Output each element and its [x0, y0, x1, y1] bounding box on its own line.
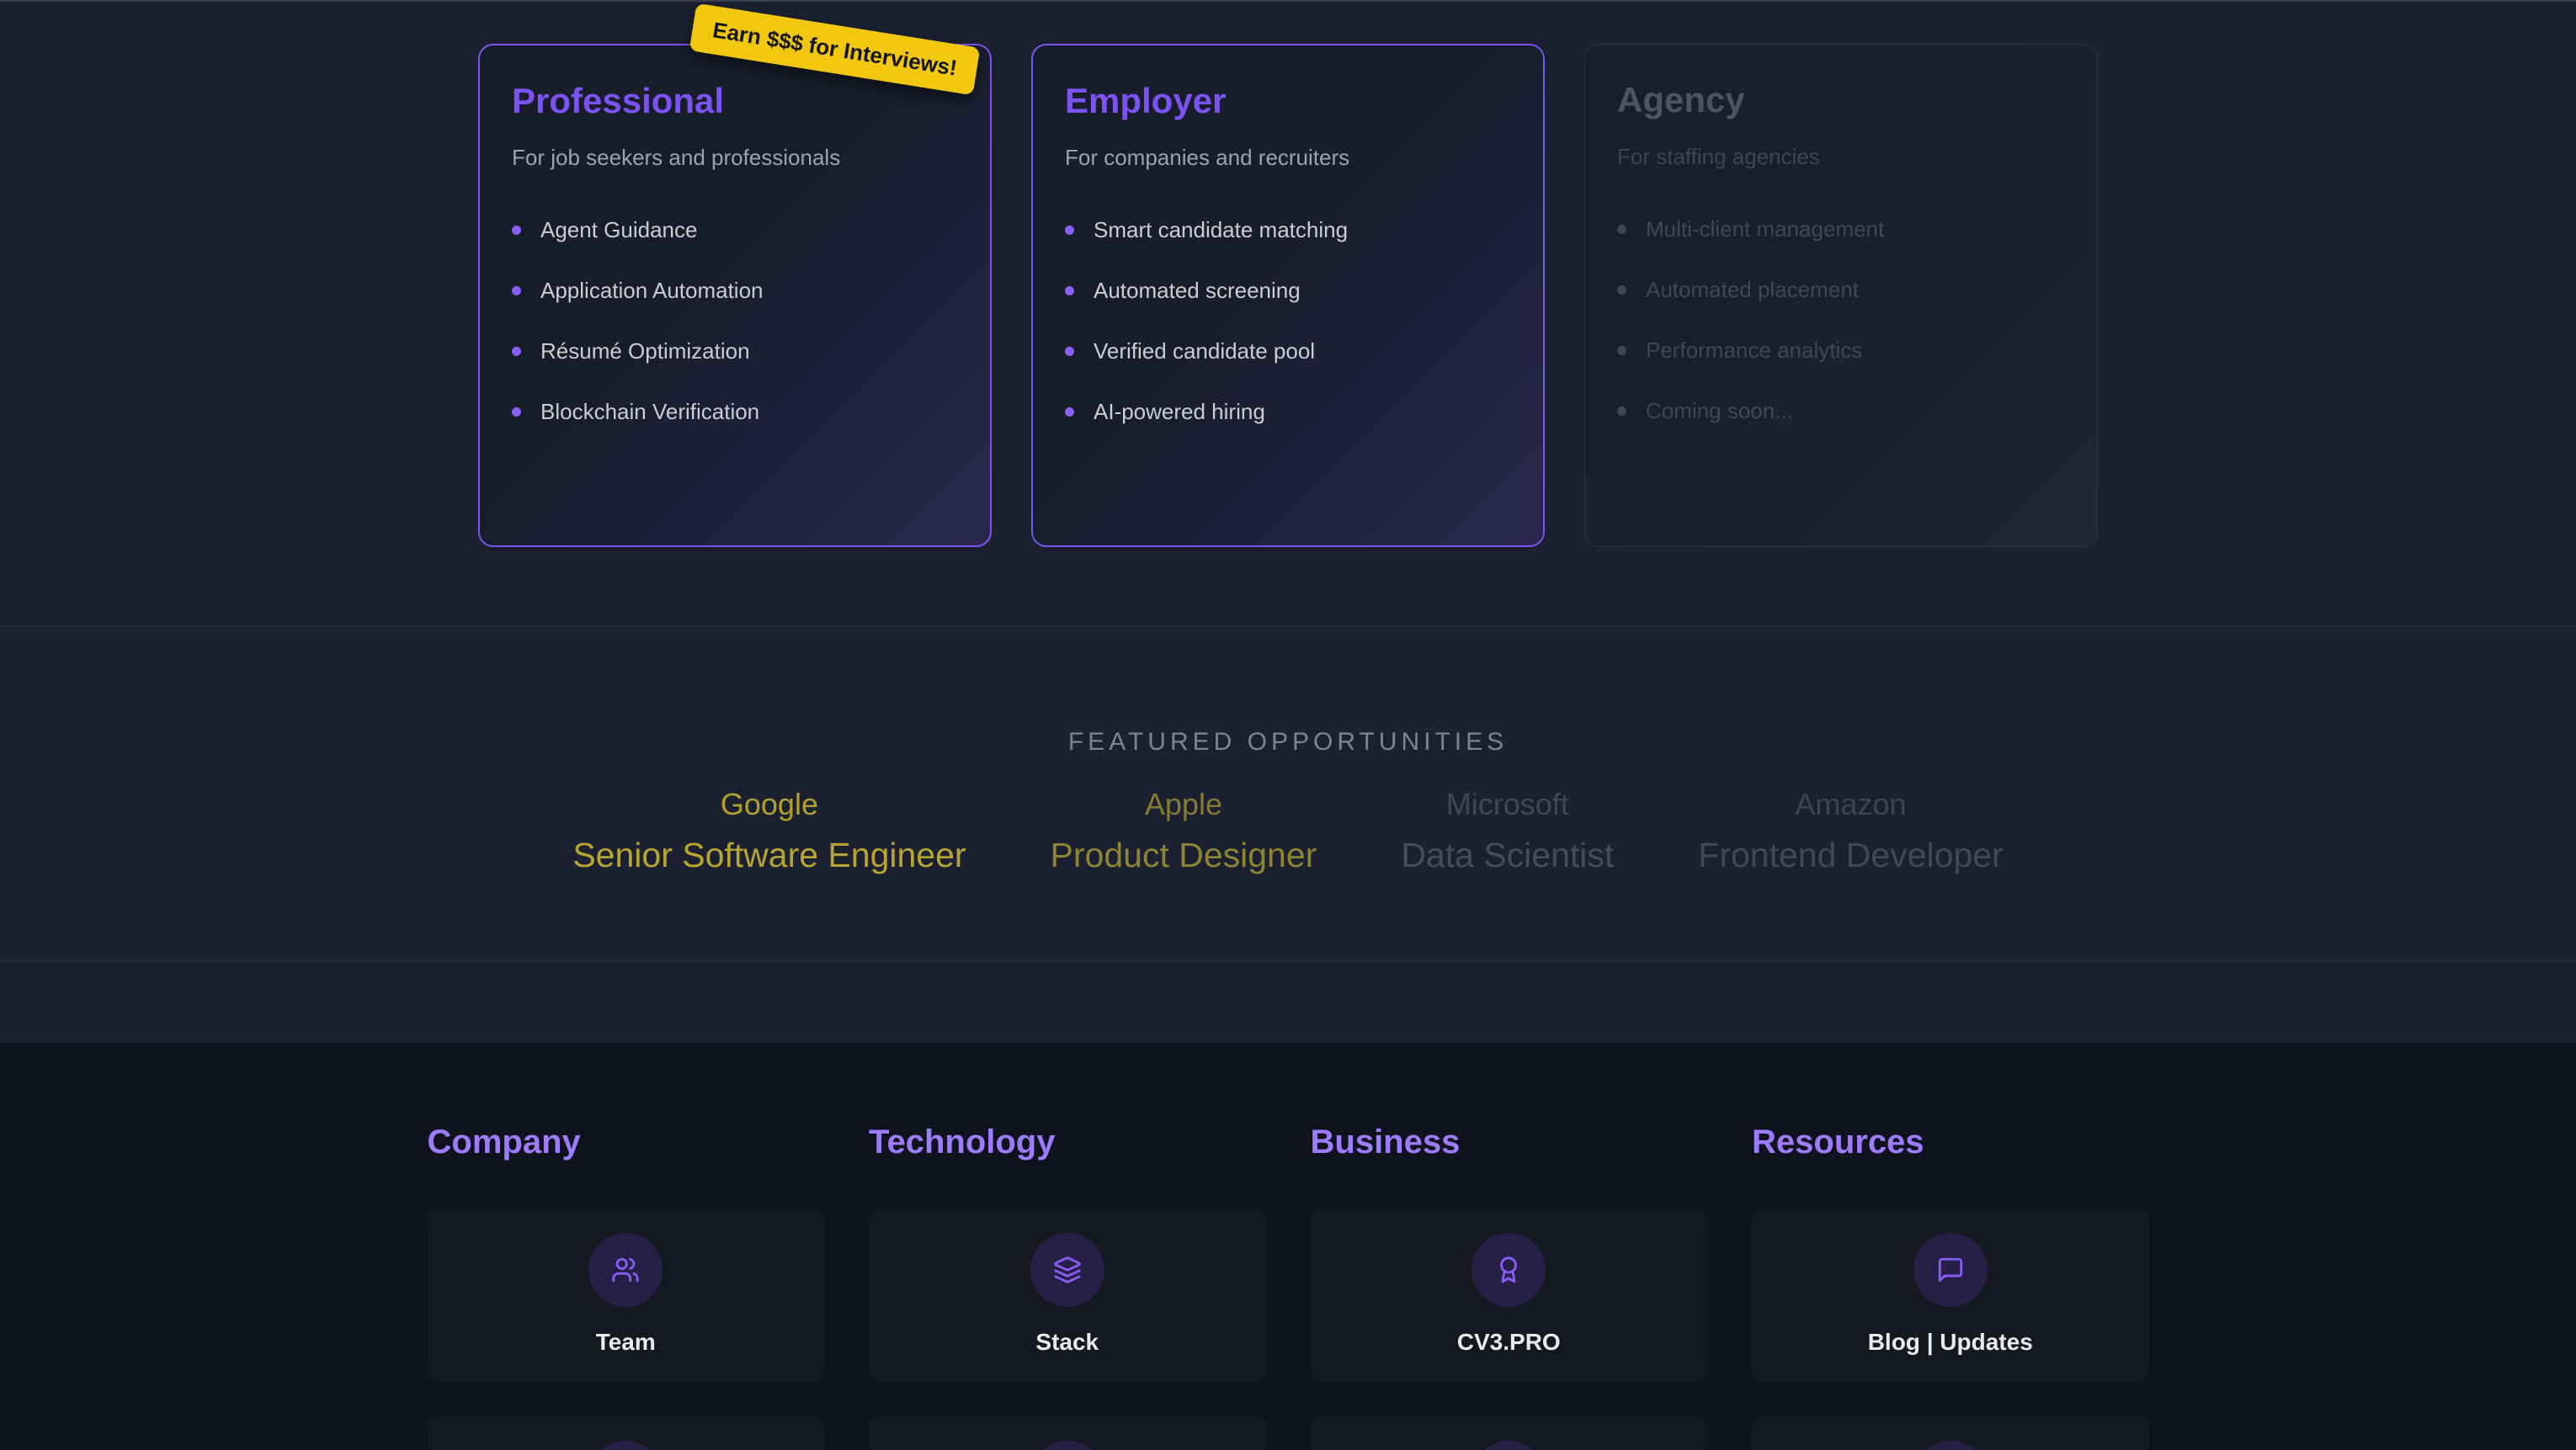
- award-icon: [1472, 1233, 1546, 1307]
- plan-card-professional[interactable]: Earn $$$ for Interviews! Professional Fo…: [478, 44, 992, 547]
- footer-column-resources: Resources Blog | Updates: [1752, 1123, 2149, 1450]
- feature-label: Coming soon...: [1646, 398, 1793, 424]
- featured-job-amazon[interactable]: Amazon Frontend Developer: [1698, 787, 2003, 875]
- featured-heading: FEATURED OPPORTUNITIES: [0, 627, 2576, 757]
- plan-subtitle-agency: For staffing agencies: [1617, 144, 2065, 170]
- footer-card-cv3pro[interactable]: CV3.PRO: [1311, 1208, 1708, 1382]
- footer-card-partial-icon: [588, 1441, 663, 1450]
- job-company: Amazon: [1698, 787, 2003, 822]
- bullet-dot-icon: [1617, 346, 1626, 355]
- feature-item: Verified candidate pool: [1065, 321, 1511, 381]
- footer-card-blog-updates[interactable]: Blog | Updates: [1752, 1208, 2149, 1382]
- plan-subtitle-employer: For companies and recruiters: [1065, 145, 1511, 171]
- job-role: Product Designer: [1051, 836, 1317, 875]
- feature-label: Blockchain Verification: [540, 399, 759, 425]
- footer-heading-business: Business: [1311, 1123, 1708, 1161]
- bullet-dot-icon: [512, 347, 521, 356]
- feature-label: Automated placement: [1646, 277, 1859, 303]
- bullet-dot-icon: [1617, 285, 1626, 295]
- bullet-dot-icon: [1617, 225, 1626, 234]
- plan-title-employer: Employer: [1065, 81, 1511, 121]
- footer-card-partial-icon: [1913, 1441, 1988, 1450]
- bullet-dot-icon: [1065, 286, 1074, 295]
- feature-label: Résumé Optimization: [540, 338, 750, 364]
- plan-card-employer[interactable]: Employer For companies and recruiters Sm…: [1031, 44, 1545, 547]
- bullet-dot-icon: [1065, 226, 1074, 235]
- bullet-dot-icon: [1617, 406, 1626, 416]
- feature-item: AI-powered hiring: [1065, 381, 1511, 442]
- plan-title-agency: Agency: [1617, 80, 2065, 120]
- footer-card-partial-icon: [1030, 1441, 1104, 1450]
- feature-item: Agent Guidance: [512, 199, 958, 260]
- featured-job-google[interactable]: Google Senior Software Engineer: [572, 787, 966, 875]
- footer-card-partial[interactable]: [869, 1416, 1266, 1450]
- feature-label: Agent Guidance: [540, 217, 697, 243]
- footer-heading-resources: Resources: [1752, 1123, 2149, 1161]
- page: Earn $$$ for Interviews! Professional Fo…: [0, 0, 2576, 1450]
- plan-features-agency: Multi-client management Automated placem…: [1617, 199, 2065, 441]
- bullet-dot-icon: [512, 226, 521, 235]
- footer-column-company: Company Team: [428, 1123, 825, 1450]
- job-role: Frontend Developer: [1698, 836, 2003, 875]
- footer-card-partial[interactable]: [428, 1416, 825, 1450]
- footer-card-label: Team: [596, 1329, 656, 1356]
- feature-label: Application Automation: [540, 278, 764, 304]
- feature-item: Coming soon...: [1617, 380, 2065, 441]
- featured-opportunities-section: FEATURED OPPORTUNITIES Google Senior Sof…: [0, 627, 2576, 961]
- job-company: Google: [572, 787, 966, 822]
- job-company: Apple: [1051, 787, 1317, 822]
- plan-title-professional: Professional: [512, 81, 958, 121]
- users-icon: [588, 1233, 663, 1307]
- feature-item: Application Automation: [512, 260, 958, 321]
- footer-card-partial[interactable]: [1311, 1416, 1708, 1450]
- bullet-dot-icon: [512, 286, 521, 295]
- feature-item: Résumé Optimization: [512, 321, 958, 381]
- plan-subtitle-professional: For job seekers and professionals: [512, 145, 958, 171]
- spacer-band: [0, 961, 2576, 1043]
- featured-jobs-carousel: Google Senior Software Engineer Apple Pr…: [0, 787, 2576, 875]
- feature-item: Smart candidate matching: [1065, 199, 1511, 260]
- featured-job-apple[interactable]: Apple Product Designer: [1051, 787, 1317, 875]
- plans-row: Earn $$$ for Interviews! Professional Fo…: [0, 2, 2576, 547]
- job-role: Senior Software Engineer: [572, 836, 966, 875]
- job-company: Microsoft: [1401, 787, 1614, 822]
- plan-card-agency-disabled: Agency For staffing agencies Multi-clien…: [1584, 44, 2098, 547]
- feature-item: Performance analytics: [1617, 320, 2065, 380]
- job-role: Data Scientist: [1401, 836, 1614, 875]
- site-footer: Company Team Technology Stack: [0, 1043, 2576, 1450]
- feature-label: Multi-client management: [1646, 216, 1884, 242]
- layers-icon: [1030, 1233, 1104, 1307]
- plans-section: Earn $$$ for Interviews! Professional Fo…: [0, 2, 2576, 627]
- feature-label: Automated screening: [1094, 278, 1301, 304]
- feature-item: Multi-client management: [1617, 199, 2065, 259]
- bullet-dot-icon: [512, 407, 521, 417]
- message-square-icon: [1913, 1233, 1988, 1307]
- feature-item: Automated placement: [1617, 259, 2065, 320]
- footer-column-technology: Technology Stack: [869, 1123, 1266, 1450]
- footer-card-label: Stack: [1035, 1329, 1099, 1356]
- footer-heading-company: Company: [428, 1123, 825, 1161]
- footer-card-team[interactable]: Team: [428, 1208, 825, 1382]
- plan-features-professional: Agent Guidance Application Automation Ré…: [512, 199, 958, 442]
- footer-card-label: CV3.PRO: [1457, 1329, 1561, 1356]
- feature-label: Verified candidate pool: [1094, 338, 1315, 364]
- plan-features-employer: Smart candidate matching Automated scree…: [1065, 199, 1511, 442]
- featured-job-microsoft[interactable]: Microsoft Data Scientist: [1401, 787, 1614, 875]
- bullet-dot-icon: [1065, 347, 1074, 356]
- footer-card-label: Blog | Updates: [1868, 1329, 2033, 1356]
- feature-item: Blockchain Verification: [512, 381, 958, 442]
- footer-grid: Company Team Technology Stack: [428, 1043, 2149, 1450]
- feature-label: Performance analytics: [1646, 337, 1862, 364]
- footer-card-partial[interactable]: [1752, 1416, 2149, 1450]
- footer-heading-technology: Technology: [869, 1123, 1266, 1161]
- feature-label: Smart candidate matching: [1094, 217, 1348, 243]
- feature-item: Automated screening: [1065, 260, 1511, 321]
- footer-column-business: Business CV3.PRO: [1311, 1123, 1708, 1450]
- footer-card-stack[interactable]: Stack: [869, 1208, 1266, 1382]
- footer-card-partial-icon: [1472, 1441, 1546, 1450]
- feature-label: AI-powered hiring: [1094, 399, 1265, 425]
- bullet-dot-icon: [1065, 407, 1074, 417]
